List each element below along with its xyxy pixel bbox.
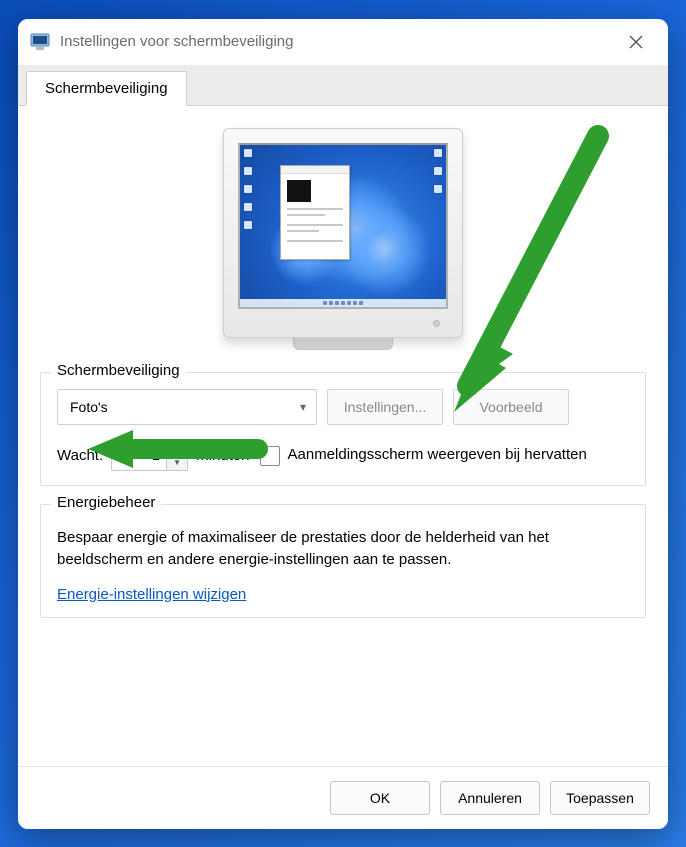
- dialog-footer: OK Annuleren Toepassen: [18, 766, 668, 829]
- energy-group-label: Energiebeheer: [51, 494, 161, 511]
- tab-bar: Schermbeveiliging: [18, 65, 668, 106]
- wait-spinner-down[interactable]: ▼: [167, 456, 187, 470]
- wait-label: Wacht:: [57, 447, 103, 464]
- resume-login-checkbox[interactable]: [260, 446, 280, 466]
- window-title: Instellingen voor schermbeveiliging: [60, 33, 616, 50]
- app-icon: [30, 32, 50, 52]
- resume-login-label: Aanmeldingsscherm weergeven bij hervatte…: [288, 446, 587, 465]
- screensaver-dropdown[interactable]: Foto's ▾: [57, 389, 317, 425]
- screensaver-settings-dialog: Instellingen voor schermbeveiliging Sche…: [18, 19, 668, 829]
- energy-group: Energiebeheer Bespaar energie of maximal…: [40, 504, 646, 618]
- wait-value-input[interactable]: [112, 442, 166, 470]
- wait-unit-label: minuten: [196, 447, 249, 464]
- apply-button[interactable]: Toepassen: [550, 781, 650, 815]
- screensaver-dropdown-value: Foto's: [70, 399, 108, 415]
- titlebar: Instellingen voor schermbeveiliging: [18, 19, 668, 65]
- chevron-down-icon: ▾: [300, 400, 306, 414]
- close-icon: [629, 35, 643, 49]
- dialog-content: Schermbeveiliging Foto's ▾ Instellingen.…: [18, 106, 668, 766]
- screensaver-group: Schermbeveiliging Foto's ▾ Instellingen.…: [40, 372, 646, 486]
- energy-settings-link[interactable]: Energie-instellingen wijzigen: [57, 586, 246, 603]
- preview-button[interactable]: Voorbeeld: [453, 389, 569, 425]
- tab-screensaver[interactable]: Schermbeveiliging: [26, 71, 187, 106]
- preview-inner-window: [280, 165, 350, 260]
- screensaver-group-label: Schermbeveiliging: [51, 362, 186, 379]
- monitor-preview: [223, 128, 463, 350]
- settings-button[interactable]: Instellingen...: [327, 389, 443, 425]
- cancel-button[interactable]: Annuleren: [440, 781, 540, 815]
- close-button[interactable]: [616, 27, 656, 57]
- energy-description: Bespaar energie of maximaliseer de prest…: [57, 527, 629, 572]
- ok-button[interactable]: OK: [330, 781, 430, 815]
- wait-spinner[interactable]: ▲ ▼: [111, 441, 188, 471]
- preview-area: [40, 128, 646, 350]
- wait-spinner-up[interactable]: ▲: [167, 442, 187, 456]
